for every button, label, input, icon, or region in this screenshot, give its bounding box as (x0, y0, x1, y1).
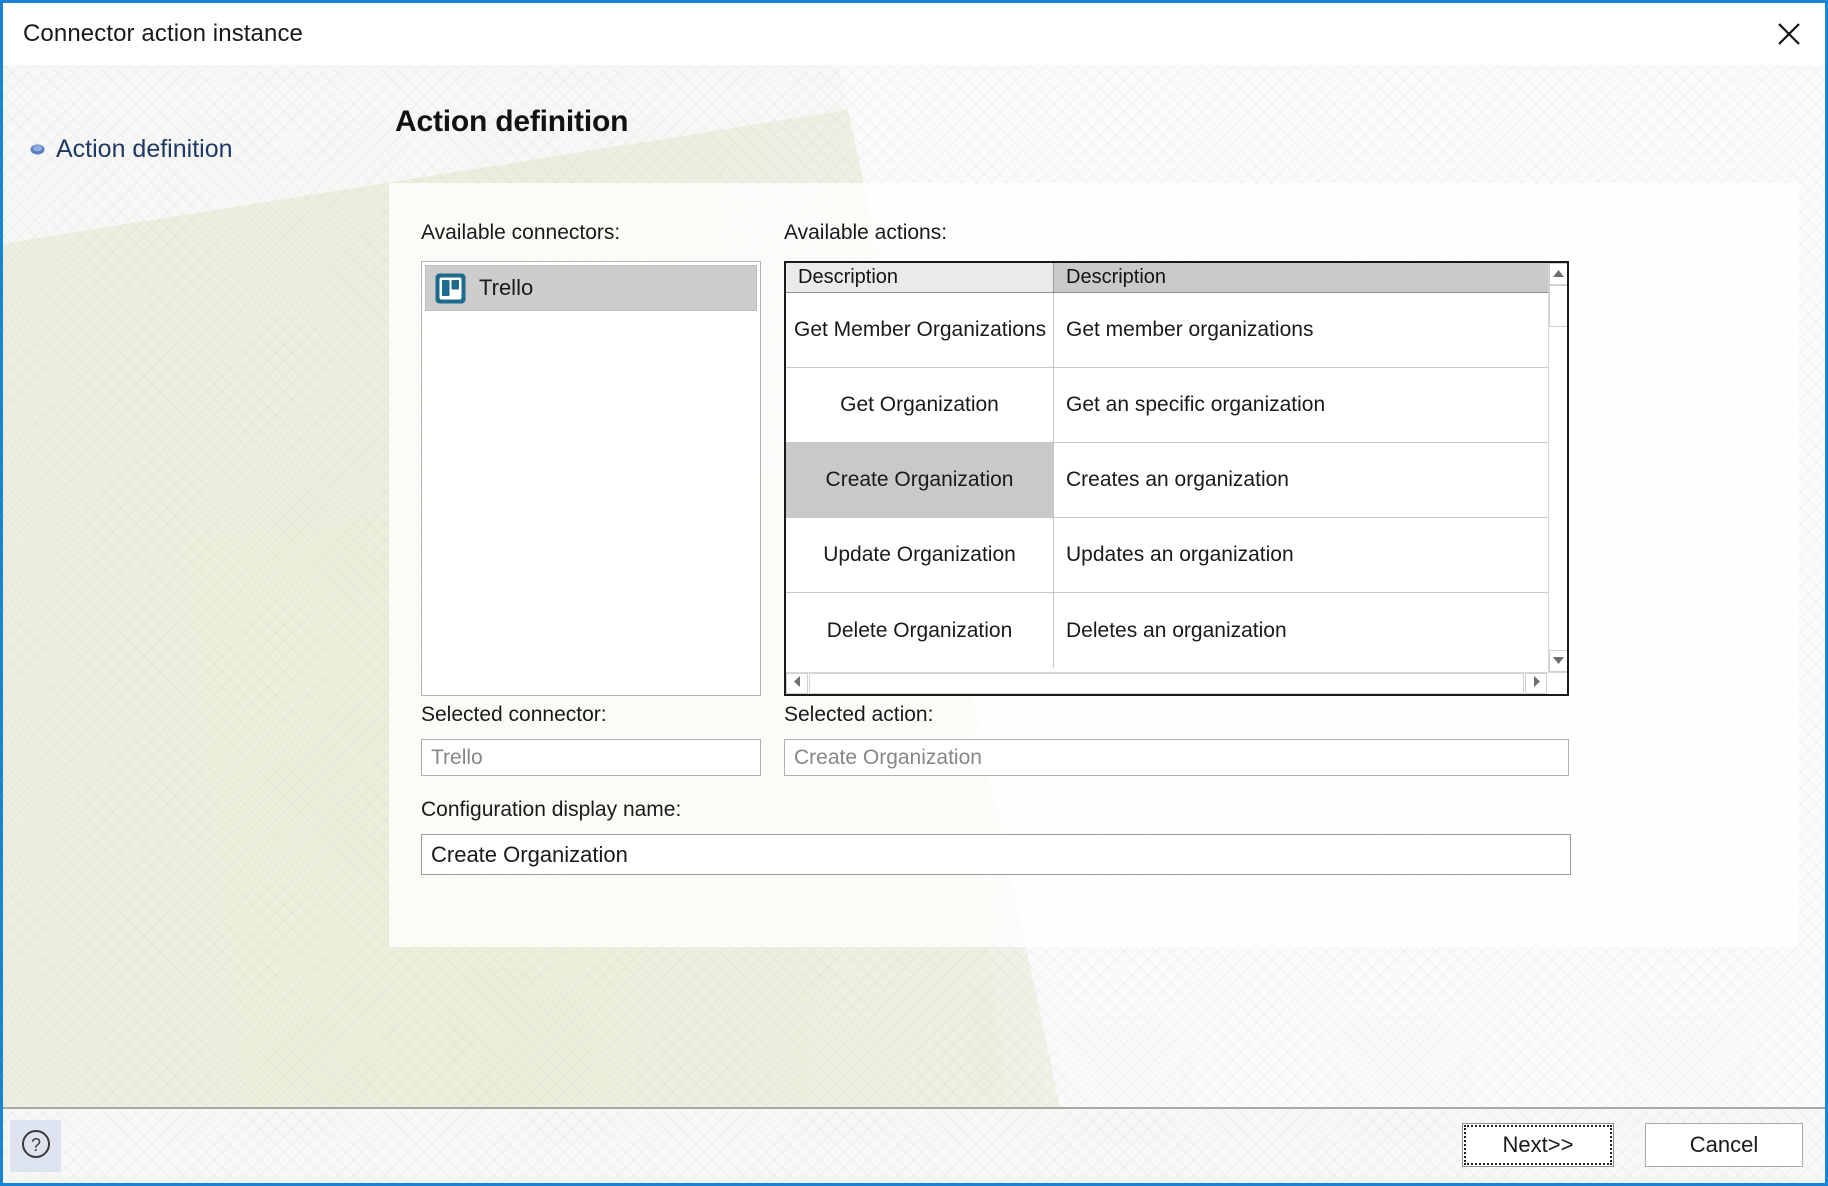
table-cell-name[interactable]: Get Organization (786, 368, 1054, 442)
next-button[interactable]: Next>> (1462, 1123, 1614, 1167)
table-cell-description[interactable]: Get an specific organization (1054, 368, 1548, 442)
column-header-name[interactable]: Description (786, 263, 1054, 292)
table-cell-description[interactable]: Deletes an organization (1054, 593, 1548, 668)
table-horizontal-scrollbar[interactable] (786, 672, 1567, 694)
table-row[interactable]: Update Organization Updates an organizat… (786, 518, 1548, 593)
content-panel: Available connectors: Trello Available a… (389, 183, 1799, 947)
config-display-name-group: Configuration display name: Create Organ… (421, 798, 1571, 875)
connectors-column: Available connectors: Trello (421, 221, 761, 696)
chevron-right-icon (1532, 675, 1541, 693)
wizard-sidebar: Action definition (3, 65, 389, 1107)
table-cell-name[interactable]: Get Member Organizations (786, 293, 1054, 367)
scroll-up-button[interactable] (1549, 263, 1567, 285)
scrollbar-corner (1547, 673, 1567, 694)
chevron-up-icon (1552, 265, 1565, 283)
selected-connector-label: Selected connector: (421, 703, 607, 726)
table-row[interactable]: Delete Organization Deletes an organizat… (786, 593, 1548, 668)
column-header-description[interactable]: Description (1054, 263, 1567, 292)
selected-connector-input[interactable]: Trello (421, 739, 761, 776)
table-row-selected[interactable]: Create Organization Creates an organizat… (786, 443, 1548, 518)
table-cell-description[interactable]: Updates an organization (1054, 518, 1548, 592)
selected-action-group: Selected action: Create Organization (784, 703, 1569, 776)
svg-text:?: ? (30, 1135, 40, 1155)
selected-action-input[interactable]: Create Organization (784, 739, 1569, 776)
cancel-button[interactable]: Cancel (1645, 1123, 1803, 1167)
table-cell-name[interactable]: Delete Organization (786, 593, 1054, 668)
table-cell-name[interactable]: Update Organization (786, 518, 1054, 592)
scroll-right-button[interactable] (1525, 673, 1547, 694)
scroll-thumb-vertical[interactable] (1549, 285, 1567, 327)
connector-item-trello[interactable]: Trello (425, 265, 757, 311)
selected-action-label: Selected action: (784, 703, 934, 726)
chevron-down-icon (1552, 652, 1565, 670)
table-vertical-scrollbar[interactable] (1548, 263, 1567, 672)
sidebar-item-action-definition[interactable]: Action definition (3, 135, 389, 164)
scroll-left-button[interactable] (786, 673, 808, 694)
selected-connector-group: Selected connector: Trello (421, 703, 761, 776)
table-cell-description[interactable]: Get member organizations (1054, 293, 1548, 367)
config-display-name-label: Configuration display name: (421, 798, 682, 821)
chevron-left-icon (793, 675, 802, 693)
available-actions-label: Available actions: (784, 221, 948, 244)
help-button[interactable]: ? (10, 1120, 61, 1172)
page-title: Action definition (395, 105, 629, 138)
sidebar-item-label: Action definition (56, 135, 233, 163)
available-connectors-list[interactable]: Trello (421, 261, 761, 696)
scroll-down-button[interactable] (1549, 650, 1567, 672)
close-icon (1776, 21, 1802, 47)
actions-column: Available actions: Description Descripti… (784, 221, 1569, 696)
scroll-thumb-horizontal[interactable] (809, 673, 1524, 694)
table-cell-description[interactable]: Creates an organization (1054, 443, 1548, 517)
step-bullet-icon (30, 142, 45, 157)
config-display-name-input[interactable]: Create Organization (421, 834, 1571, 875)
trello-icon (435, 273, 466, 304)
help-icon: ? (20, 1128, 52, 1165)
table-row[interactable]: Get Organization Get an specific organiz… (786, 368, 1548, 443)
dialog-footer: ? Next>> Cancel (3, 1107, 1825, 1183)
available-connectors-label: Available connectors: (421, 221, 621, 244)
dialog-body: Action definition Action definition Avai… (3, 65, 1825, 1107)
connector-action-instance-dialog: Connector action instance Action definit… (0, 0, 1828, 1186)
available-actions-table[interactable]: Description Description Get Member Organ… (784, 261, 1569, 696)
title-bar: Connector action instance (3, 3, 1825, 65)
table-header-row: Description Description (786, 263, 1567, 293)
close-button[interactable] (1758, 5, 1820, 64)
table-body: Get Member Organizations Get member orga… (786, 293, 1548, 672)
connector-item-label: Trello (479, 275, 534, 300)
main-content: Action definition Available connectors: (389, 65, 1825, 1107)
table-row[interactable]: Get Member Organizations Get member orga… (786, 293, 1548, 368)
window-title: Connector action instance (23, 20, 303, 47)
table-cell-name[interactable]: Create Organization (786, 443, 1054, 517)
